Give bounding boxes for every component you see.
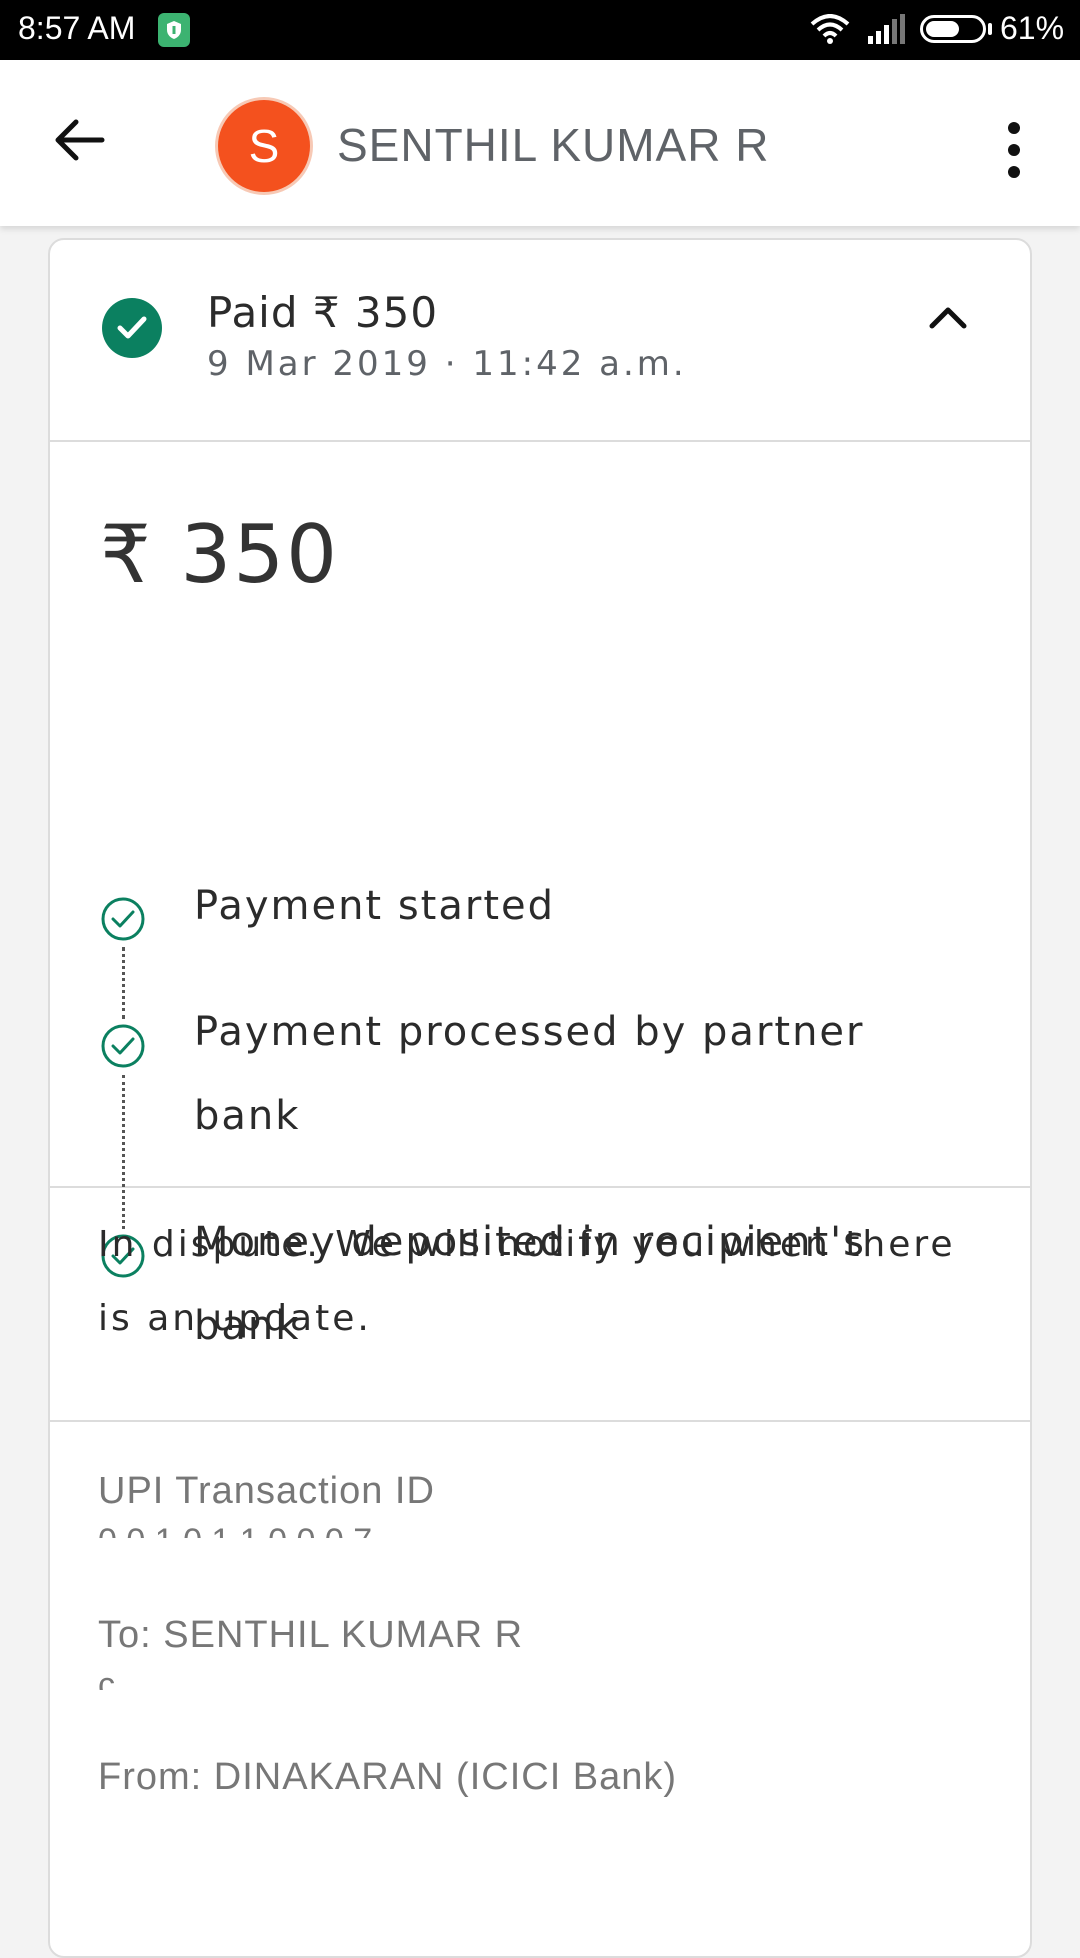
paid-title: Paid ₹ 350: [207, 288, 439, 337]
step-check-icon: [101, 897, 145, 941]
step-check-icon: [101, 1024, 145, 1068]
dispute-message: In dispute. We will notify you when ther…: [98, 1224, 956, 1339]
chevron-up-icon: [929, 307, 967, 329]
collapse-button[interactable]: [926, 302, 976, 342]
transaction-card: Paid ₹ 350 9 Mar 2019 · 11:42 a.m. ₹ 350…: [48, 238, 1032, 1958]
status-bar: 8:57 AM 61%: [0, 0, 1080, 60]
amount: ₹ 350: [100, 508, 340, 601]
step-connector: [122, 947, 125, 1019]
more-options-button[interactable]: [998, 116, 1030, 180]
wifi-icon: [810, 14, 850, 49]
to-label: To: SENTHIL KUMAR R: [98, 1614, 524, 1656]
battery-icon: [920, 15, 986, 43]
upi-transaction-id-value: 0 0 1 0 1 1 0 0 0 7 1 7: [98, 1524, 398, 1538]
back-button[interactable]: [50, 112, 120, 182]
battery-tip: [988, 23, 992, 35]
check-circle-icon: [102, 298, 162, 358]
to-upi-id: c . . . . . . . . . . . ,: [98, 1668, 342, 1690]
signal-icon: [866, 14, 906, 49]
contact-name: SENTHIL KUMAR R: [337, 119, 770, 171]
step-label: Payment processed by partner bank: [194, 1009, 865, 1139]
avatar: S: [218, 100, 310, 192]
transaction-summary[interactable]: Paid ₹ 350 9 Mar 2019 · 11:42 a.m.: [50, 240, 1030, 442]
status-time: 8:57 AM: [18, 10, 136, 46]
from-label: From: DINAKARAN (ICICI Bank): [98, 1756, 678, 1798]
upi-transaction-id-label: UPI Transaction ID: [98, 1470, 435, 1512]
payment-status-section: ₹ 350 Payment started Payment processed …: [50, 442, 1030, 1349]
back-arrow-icon: [55, 119, 105, 161]
more-vert-icon: [1008, 122, 1020, 134]
step-label: Payment started: [194, 883, 555, 929]
battery-percentage: 61%: [1000, 10, 1065, 46]
shield-icon: [158, 13, 190, 47]
from-upi-id: . . . . . . . . . . . . . . . . . . . .: [98, 1812, 578, 1824]
app-bar: S SENTHIL KUMAR R: [0, 60, 1080, 226]
transaction-details-section: UPI Transaction ID 0 0 1 0 1 1 0 0 0 7 1…: [50, 1422, 1030, 1952]
dispute-section: In dispute. We will notify you when ther…: [50, 1188, 1030, 1422]
paid-date: 9 Mar 2019 · 11:42 a.m.: [207, 344, 687, 384]
